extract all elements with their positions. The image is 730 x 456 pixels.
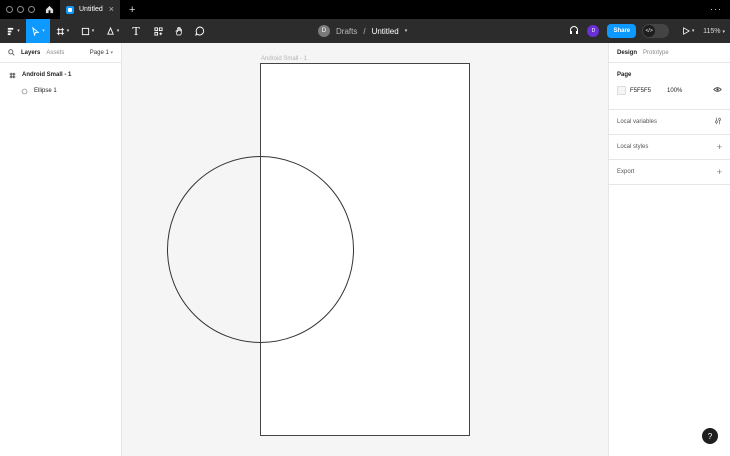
file-name[interactable]: Untitled (372, 27, 399, 36)
layer-name: Ellipse 1 (34, 88, 57, 94)
close-tab-icon[interactable]: × (109, 5, 114, 14)
drafts-link[interactable]: Drafts (336, 27, 357, 36)
close-window-button[interactable] (6, 6, 13, 13)
hand-icon (175, 27, 182, 36)
code-icon: </> (643, 25, 656, 37)
shape-tool-button[interactable]: ▾ (75, 19, 100, 43)
layer-item-frame[interactable]: Android Small - 1 (0, 67, 121, 83)
fill-opacity[interactable]: 100% (667, 88, 682, 94)
chevron-down-icon: ▾ (116, 28, 120, 34)
help-button[interactable]: ? (702, 428, 718, 444)
layer-name: Android Small - 1 (22, 72, 72, 78)
toolbar-right: D Share </> ▾ 115% ▾ (569, 19, 730, 43)
export-label: Export (617, 169, 635, 175)
chevron-down-icon: ▾ (42, 28, 45, 34)
pen-tool-button[interactable]: ▾ (100, 19, 125, 43)
breadcrumb-separator: / (363, 26, 366, 36)
frame-label[interactable]: Android Small - 1 (261, 56, 307, 62)
zoom-dropdown[interactable]: 115% ▾ (703, 28, 725, 35)
ellipse-shape[interactable] (167, 156, 354, 343)
team-avatar: D (318, 25, 330, 37)
plus-icon[interactable]: + (717, 167, 722, 177)
fill-hex[interactable]: F5F5F5 (630, 88, 651, 94)
layer-item-ellipse[interactable]: Ellipse 1 (0, 83, 121, 99)
home-icon[interactable] (38, 0, 60, 19)
frame-tool-button[interactable]: ▾ (50, 19, 75, 43)
chevron-down-icon: ▾ (66, 28, 70, 34)
figma-menu-icon (8, 27, 14, 35)
zoom-level: 115% (703, 27, 721, 35)
local-variables-label: Local variables (617, 119, 658, 125)
dev-mode-toggle[interactable]: </> (642, 24, 670, 38)
cursor-icon (32, 26, 40, 36)
comment-tool-button[interactable] (189, 19, 211, 43)
file-tab[interactable]: Untitled × (60, 0, 120, 19)
toolbar: ▾ ▾ ▾ ▾ ▾ T D Drafts / Untitled ▾ D Shar… (0, 19, 730, 43)
figma-file-icon (66, 5, 74, 14)
play-icon (683, 27, 690, 35)
left-panel-tabs: Layers Assets Page 1 ▾ (0, 43, 121, 63)
chevron-down-icon: ▾ (91, 28, 95, 34)
file-tab-label: Untitled (79, 6, 103, 13)
chevron-down-icon: ▾ (17, 28, 20, 34)
more-options-icon[interactable]: ··· (710, 4, 722, 14)
headphones-icon[interactable] (569, 25, 579, 37)
move-tool-button[interactable]: ▾ (26, 19, 50, 43)
frame-icon (56, 27, 64, 35)
resources-tool-button[interactable] (147, 19, 169, 43)
maximize-window-button[interactable] (28, 6, 35, 13)
eye-icon[interactable] (713, 86, 722, 95)
chevron-down-icon: ▾ (691, 28, 695, 34)
window-controls (0, 6, 38, 13)
layers-panel: Layers Assets Page 1 ▾ Android Small - 1… (0, 43, 122, 456)
local-styles-label: Local styles (617, 144, 649, 150)
share-button[interactable]: Share (607, 24, 637, 38)
tab-assets[interactable]: Assets (46, 50, 64, 56)
page-selector-label: Page 1 (89, 49, 109, 56)
pen-icon (106, 26, 114, 35)
hand-tool-button[interactable] (169, 19, 189, 43)
present-button[interactable]: ▾ (677, 19, 699, 43)
chevron-down-icon: ▾ (722, 28, 725, 35)
design-canvas[interactable]: Android Small - 1 (122, 43, 608, 456)
text-tool-button[interactable]: T (125, 19, 147, 43)
page-section: Page F5F5F5 100% (609, 63, 730, 110)
plus-icon[interactable]: + (717, 142, 722, 152)
rectangle-icon (81, 27, 89, 35)
text-icon: T (132, 24, 140, 38)
page-section-title: Page (617, 72, 632, 78)
page-fill-row: F5F5F5 100% (617, 86, 722, 95)
main-menu-button[interactable]: ▾ (0, 19, 26, 43)
minimize-window-button[interactable] (17, 6, 24, 13)
local-variables-section[interactable]: Local variables (609, 110, 730, 135)
new-tab-button[interactable]: + (129, 4, 135, 16)
chevron-down-icon: ▾ (110, 49, 113, 56)
user-avatar[interactable]: D (587, 25, 600, 37)
chevron-down-icon[interactable]: ▾ (405, 28, 408, 34)
comment-icon (195, 26, 205, 36)
file-location: D Drafts / Untitled ▾ (318, 19, 407, 43)
title-bar: Untitled × + ··· (0, 0, 730, 19)
right-panel-tabs: Design Prototype (609, 43, 730, 63)
ellipse-icon (21, 88, 28, 94)
tab-layers[interactable]: Layers (21, 50, 40, 56)
export-section[interactable]: Export + (609, 160, 730, 185)
resources-icon (153, 26, 163, 36)
sliders-icon[interactable] (714, 117, 722, 127)
fill-swatch[interactable] (617, 86, 626, 95)
frame-icon (9, 72, 16, 78)
page-selector[interactable]: Page 1 ▾ (90, 50, 113, 56)
local-styles-section[interactable]: Local styles + (609, 135, 730, 160)
design-panel: Design Prototype Page F5F5F5 100% Local … (608, 43, 730, 456)
tab-design[interactable]: Design (617, 50, 637, 56)
search-icon[interactable] (8, 49, 15, 56)
tab-prototype[interactable]: Prototype (643, 50, 669, 56)
